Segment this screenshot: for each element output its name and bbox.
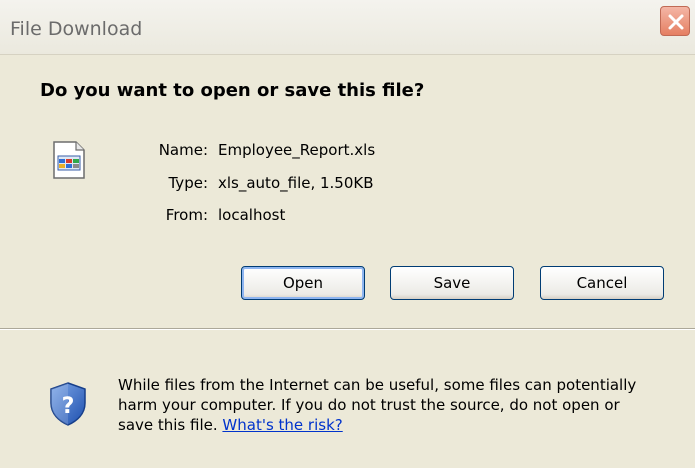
name-value: Employee_Report.xls <box>218 141 376 159</box>
warning-line-3-text: save this file. <box>118 416 218 434</box>
title-bar[interactable]: File Download <box>0 0 695 55</box>
separator <box>0 328 695 330</box>
spreadsheet-file-icon <box>52 140 86 180</box>
from-value: localhost <box>218 206 286 224</box>
shield-question-icon: ? <box>48 381 88 427</box>
svg-text:?: ? <box>62 394 75 419</box>
dialog-question: Do you want to open or save this file? <box>40 80 425 101</box>
security-warning: While files from the Internet can be use… <box>118 375 688 435</box>
type-value: xls_auto_file, 1.50KB <box>218 174 374 192</box>
close-button[interactable] <box>660 6 690 36</box>
close-icon <box>668 14 684 30</box>
warning-line-3: save this file. What's the risk? <box>118 415 688 435</box>
from-label: From: <box>165 206 208 224</box>
type-label: Type: <box>168 174 208 192</box>
open-button[interactable]: Open <box>241 266 365 300</box>
whats-the-risk-link[interactable]: What's the risk? <box>222 416 342 434</box>
cancel-button[interactable]: Cancel <box>540 266 664 300</box>
name-label: Name: <box>158 141 208 159</box>
warning-line-1: While files from the Internet can be use… <box>118 376 637 394</box>
file-download-dialog: File Download Do you want to open or sav… <box>0 0 695 468</box>
window-title: File Download <box>10 18 143 40</box>
save-button[interactable]: Save <box>390 266 514 300</box>
warning-line-2: harm your computer. If you do not trust … <box>118 396 620 414</box>
